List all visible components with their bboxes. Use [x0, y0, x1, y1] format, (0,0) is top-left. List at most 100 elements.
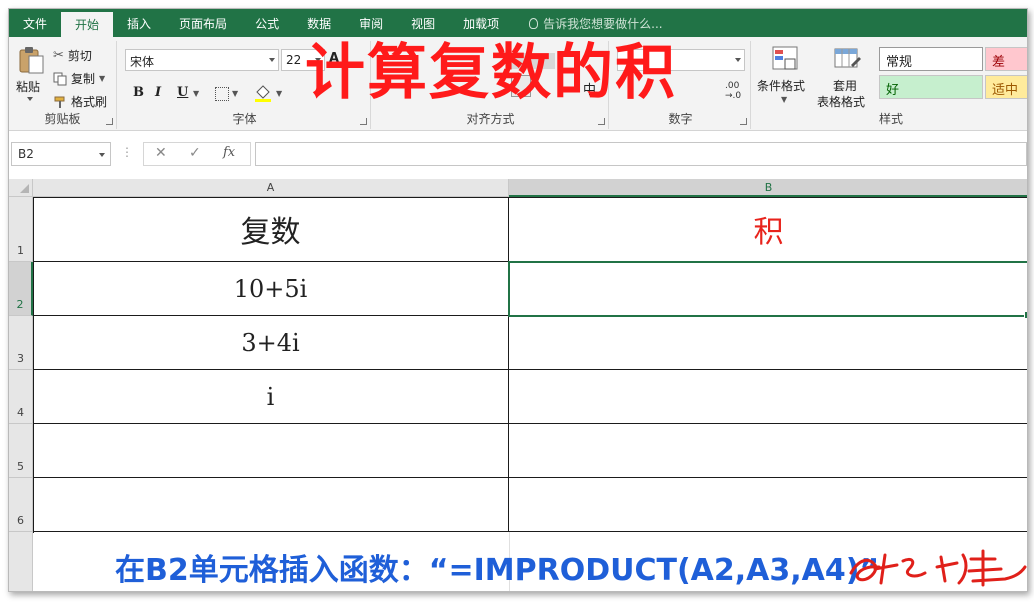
cell-a1[interactable]: 复数	[33, 197, 509, 262]
underline-dropdown-icon[interactable]: ▼	[193, 89, 199, 98]
conditional-format-dropdown-icon[interactable]: ▼	[781, 95, 787, 104]
alignment-launcher-icon[interactable]	[598, 118, 605, 125]
table-format-label-2: 表格格式	[817, 95, 866, 109]
cell-b3[interactable]	[509, 316, 1027, 370]
style-normal[interactable]: 常规	[879, 47, 983, 71]
cell-b1[interactable]: 积	[509, 197, 1027, 262]
tab-page-layout[interactable]: 页面布局	[165, 9, 241, 37]
table-format-button[interactable]: 套用 表格格式	[815, 45, 877, 115]
tab-insert[interactable]: 插入	[113, 9, 165, 37]
fill-color-dropdown-icon[interactable]: ▼	[276, 89, 282, 98]
tab-review[interactable]: 审阅	[345, 9, 397, 37]
tab-formulas[interactable]: 公式	[241, 9, 293, 37]
cell-b6[interactable]	[509, 478, 1027, 532]
copy-button[interactable]: 复制 ▼	[53, 70, 105, 87]
cell-a6[interactable]	[33, 478, 509, 532]
scissors-icon: ✂	[53, 48, 64, 63]
cell-a2[interactable]: 10+5i	[33, 262, 509, 316]
column-header-a[interactable]: A	[33, 179, 509, 197]
paste-dropdown-arrow[interactable]	[27, 97, 33, 101]
formula-input[interactable]	[255, 142, 1027, 166]
chevron-down-icon	[99, 153, 105, 157]
fill-color-button[interactable]	[253, 83, 273, 103]
clipboard-group-label: 剪贴板	[44, 112, 81, 126]
name-box-value: B2	[18, 147, 34, 161]
clipboard-group: 粘贴 ✂ 剪切 复制 ▼ 格式刷 剪贴板	[9, 41, 117, 129]
row-header-4[interactable]: 4	[9, 370, 33, 424]
cell-b5[interactable]	[509, 424, 1027, 478]
row-header-5[interactable]: 5	[9, 424, 33, 478]
more-options-icon[interactable]: ⋮	[121, 145, 133, 159]
clipboard-icon	[19, 47, 44, 74]
copy-label: 复制	[71, 72, 96, 86]
style-bad[interactable]: 差	[985, 47, 1027, 71]
paintbrush-icon	[54, 96, 65, 108]
row-header-2[interactable]: 2	[9, 262, 33, 316]
cut-label: 剪切	[67, 49, 92, 63]
tell-me-text: 告诉我您想要做什么...	[543, 16, 663, 31]
cell-b4[interactable]	[509, 370, 1027, 424]
clipboard-launcher-icon[interactable]	[106, 118, 113, 125]
cancel-icon[interactable]: ✕	[155, 145, 167, 161]
style-good[interactable]: 好	[879, 75, 983, 99]
cell-a4[interactable]: i	[33, 370, 509, 424]
insert-function-icon[interactable]: fx	[223, 145, 235, 160]
enter-check-icon[interactable]: ✓	[189, 145, 201, 161]
paste-label: 粘贴	[16, 80, 41, 94]
cell-a3[interactable]: 3+4i	[33, 316, 509, 370]
row-header-3[interactable]: 3	[9, 316, 33, 370]
row-header-6[interactable]: 6	[9, 478, 33, 532]
tab-home[interactable]: 开始	[61, 12, 114, 37]
tab-addins[interactable]: 加载项	[449, 9, 513, 37]
copy-icon	[53, 72, 67, 85]
font-launcher-icon[interactable]	[360, 118, 367, 125]
paint-bucket-icon	[255, 85, 271, 102]
italic-button[interactable]: I	[155, 85, 161, 100]
instruction-text: 在B2单元格插入函数：“=IMPRODUCT(A2,A3,A4)”	[115, 553, 880, 588]
format-painter-button[interactable]: 格式刷	[53, 93, 107, 110]
conditional-format-label: 条件格式	[757, 79, 806, 93]
conditional-format-icon	[772, 46, 798, 70]
tab-data[interactable]: 数据	[293, 9, 345, 37]
number-launcher-icon[interactable]	[740, 118, 747, 125]
select-all-button[interactable]	[9, 179, 33, 197]
ribbon-tab-bar: 文件 开始 插入 页面布局 公式 数据 审阅 视图 加载项 告诉我您想要做什么.…	[9, 9, 1027, 37]
font-size-value: 22	[286, 53, 302, 67]
styles-group-label: 样式	[878, 112, 903, 126]
tell-me-search[interactable]: 告诉我您想要做什么...	[529, 9, 663, 37]
formula-bar: B2 ⋮ ✕ ✓ fx	[9, 139, 1027, 169]
name-box[interactable]: B2	[11, 142, 111, 166]
style-neutral[interactable]: 适中	[985, 75, 1027, 99]
cell-a5[interactable]	[33, 424, 509, 478]
lightbulb-icon	[529, 17, 539, 29]
row-header-7[interactable]	[9, 532, 33, 591]
conditional-format-button[interactable]: 条件格式 ▼	[757, 45, 813, 115]
signature-watermark	[849, 549, 1027, 587]
table-format-label-1: 套用	[833, 79, 858, 93]
column-header-b[interactable]: B	[509, 179, 1027, 197]
table-format-icon	[834, 48, 861, 68]
border-icon[interactable]	[215, 87, 229, 101]
chevron-down-icon	[735, 58, 741, 62]
paste-button[interactable]: 粘贴	[13, 45, 51, 105]
chevron-down-icon	[269, 58, 275, 62]
overlay-title: 计算复数的积	[305, 38, 677, 108]
excel-window: 文件 开始 插入 页面布局 公式 数据 审阅 视图 加载项 告诉我您想要做什么.…	[8, 8, 1028, 592]
copy-dropdown-icon[interactable]: ▼	[99, 74, 105, 83]
border-dropdown-icon[interactable]: ▼	[232, 89, 238, 98]
cut-button[interactable]: ✂ 剪切	[53, 47, 92, 64]
number-group-label: 数字	[668, 112, 693, 126]
row-header-1[interactable]: 1	[9, 197, 33, 262]
styles-group: 条件格式 ▼ 套用 表格格式 常规 差 好 适中 样式	[753, 41, 1027, 129]
format-painter-label: 格式刷	[71, 95, 108, 109]
cell-b2[interactable]	[508, 261, 1027, 319]
underline-button[interactable]: U	[177, 85, 188, 100]
font-group-label: 字体	[232, 112, 257, 126]
bold-button[interactable]: B	[133, 85, 144, 100]
tab-file[interactable]: 文件	[9, 9, 61, 37]
font-name-select[interactable]: 宋体	[125, 49, 279, 71]
decrease-decimal-icon[interactable]: .00 →.0	[725, 81, 741, 101]
worksheet-grid: A B 1 2 3 4 5 6 复数 积 10+5i 3+4i i	[9, 179, 1027, 591]
tab-view[interactable]: 视图	[397, 9, 449, 37]
font-name-value: 宋体	[130, 55, 155, 69]
